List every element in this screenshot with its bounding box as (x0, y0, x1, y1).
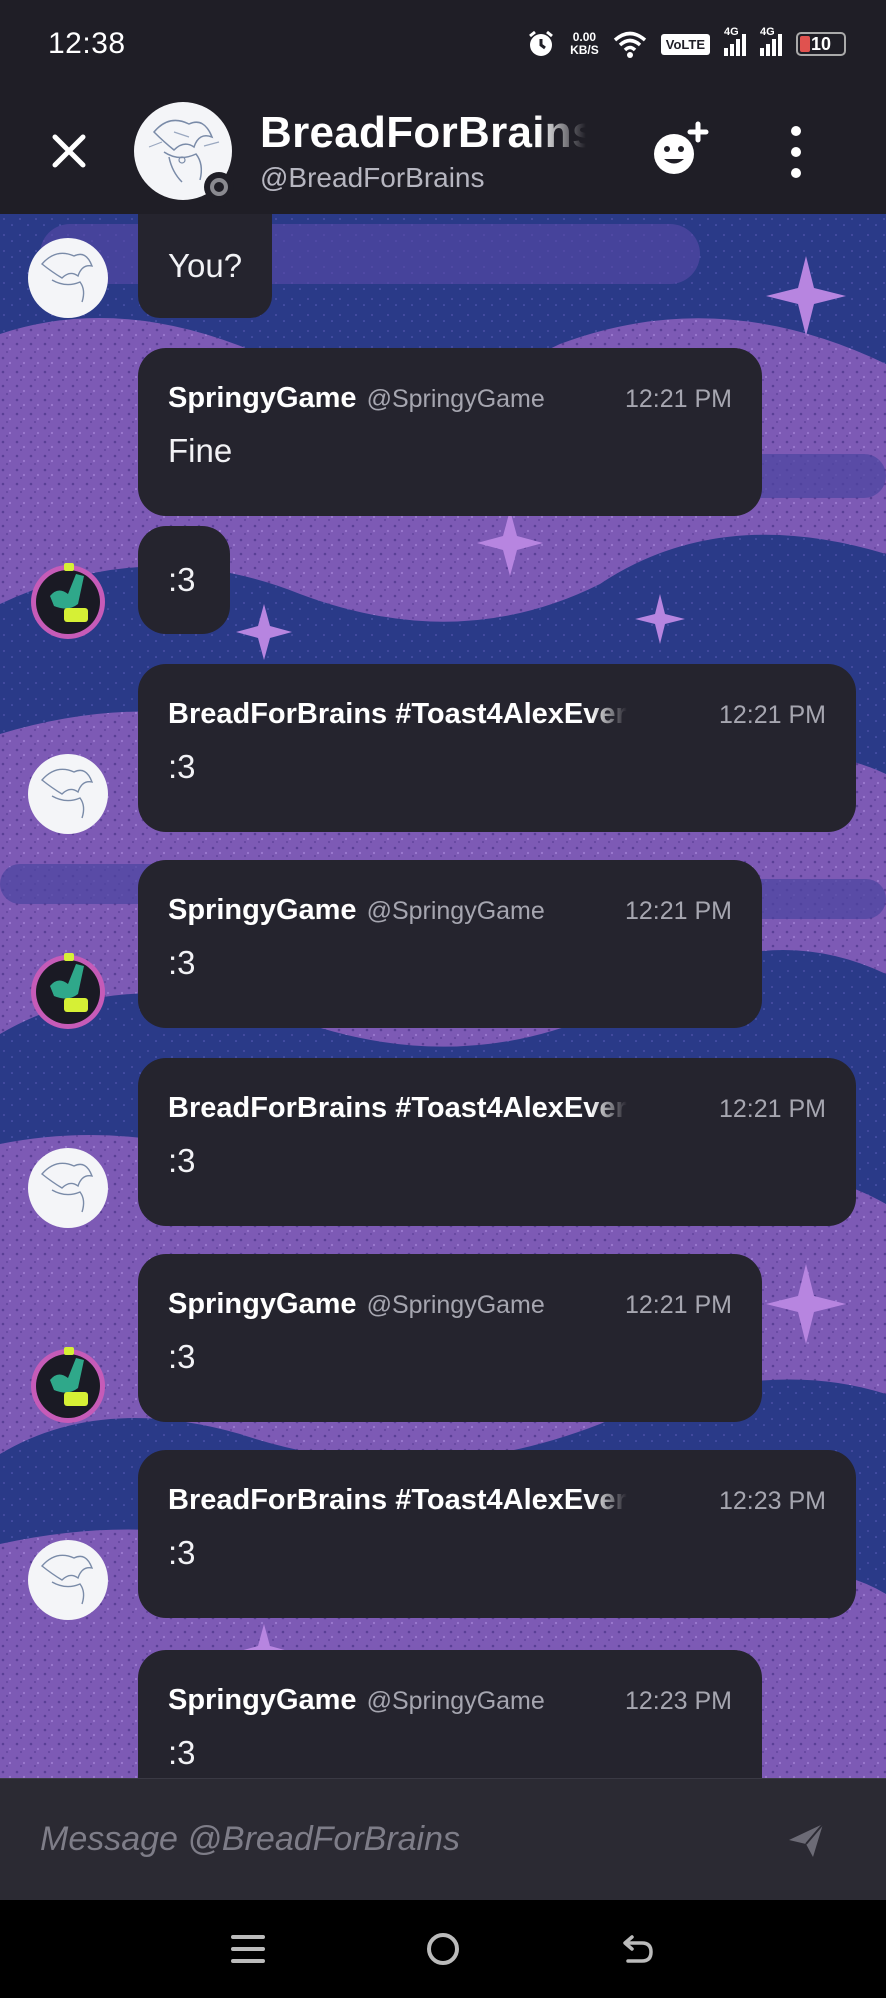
message-time: 12:23 PM (624, 1687, 732, 1715)
message-time: 12:21 PM (624, 897, 732, 925)
signal-sim2-icon: 4G (760, 26, 782, 56)
message-bubble[interactable]: You? (138, 214, 273, 318)
message-avatar[interactable] (28, 754, 108, 834)
sim1-label: 4G (724, 26, 739, 38)
message-content: :3 (168, 1142, 196, 1179)
message-avatar[interactable] (28, 1344, 108, 1424)
message-bubble[interactable]: BreadForBrains #Toast4AlexEver 12:21 PM … (138, 664, 856, 832)
avatar (28, 238, 108, 318)
message-bubble[interactable]: :3 (138, 526, 230, 634)
header-handle: @BreadForBrains (260, 162, 485, 193)
status-bar: 12:38 0.00 KB/S VoLTE 4G 4G 10 (0, 0, 886, 88)
message-author[interactable]: BreadForBrains #Toast4AlexEver (168, 1092, 627, 1125)
close-icon (52, 134, 86, 168)
message-input[interactable]: Message @BreadForBrains (40, 1820, 776, 1859)
composer: Message @BreadForBrains (0, 1778, 886, 1900)
status-time: 12:38 (48, 27, 126, 60)
dm-header: BreadForBrains @BreadForBrains (0, 88, 886, 214)
more-options-button[interactable] (776, 120, 816, 184)
send-button[interactable] (776, 1810, 836, 1870)
nav-back-button[interactable] (608, 1919, 668, 1979)
springy-avatar-icon (31, 953, 105, 1029)
message-content: :3 (168, 944, 196, 981)
message-meta: BreadForBrains #Toast4AlexEver 12:21 PM (168, 698, 826, 738)
close-button[interactable] (34, 116, 104, 186)
battery-level: 10 (810, 33, 832, 54)
avatar (28, 1148, 108, 1228)
message-handle: @SpringyGame (366, 385, 545, 413)
message-meta: SpringyGame @SpringyGame 12:21 PM (168, 1288, 732, 1328)
message-content: Fine (168, 432, 233, 469)
header-name: BreadForBrains (260, 108, 586, 157)
message-bubble[interactable]: BreadForBrains #Toast4AlexEver 12:23 PM … (138, 1450, 856, 1618)
message-content: You? (168, 247, 243, 284)
system-nav-bar (0, 1900, 886, 1998)
more-vert-icon (791, 126, 801, 136)
message-avatar[interactable] (28, 238, 108, 318)
message-bubble[interactable]: SpringyGame @SpringyGame 12:21 PM Fine (138, 348, 762, 516)
message-author[interactable]: BreadForBrains #Toast4AlexEver (168, 698, 627, 731)
sim2-label: 4G (760, 26, 775, 38)
message-time: 12:21 PM (624, 385, 732, 413)
message-avatar[interactable] (28, 1148, 108, 1228)
message-meta: SpringyGame @SpringyGame 12:21 PM (168, 382, 732, 422)
net-speed: 0.00 KB/S (570, 31, 599, 57)
message-avatar[interactable] (28, 560, 108, 640)
nav-back-icon (623, 1935, 654, 1963)
send-icon (789, 1822, 824, 1857)
volte-badge: VoLTE (660, 33, 710, 55)
battery-icon: 10 (796, 32, 846, 56)
message-handle: @SpringyGame (366, 1291, 545, 1319)
header-title-block[interactable]: BreadForBrains @BreadForBrains (260, 108, 586, 194)
message-content: :3 (168, 561, 196, 598)
message-author[interactable]: BreadForBrains #Toast4AlexEver (168, 1484, 627, 1517)
header-avatar[interactable] (134, 102, 234, 202)
message-avatar[interactable] (28, 1540, 108, 1620)
add-friend-button[interactable] (648, 118, 712, 182)
springy-avatar-icon (31, 563, 105, 639)
message-content: :3 (168, 1534, 196, 1571)
message-content: :3 (168, 1338, 196, 1375)
message-meta: BreadForBrains #Toast4AlexEver 12:21 PM (168, 1092, 826, 1132)
message-handle: @SpringyGame (366, 1687, 545, 1715)
message-time: 12:21 PM (718, 701, 826, 729)
message-content: :3 (168, 1734, 196, 1771)
net-speed-unit: KB/S (570, 43, 599, 57)
message-bubble[interactable]: BreadForBrains #Toast4AlexEver 12:21 PM … (138, 1058, 856, 1226)
presence-indicator (204, 172, 234, 202)
message-list[interactable]: You? SpringyGame @SpringyGame 12:21 PM F… (0, 214, 886, 1778)
nav-home-button[interactable] (413, 1919, 473, 1979)
message-meta: SpringyGame @SpringyGame 12:23 PM (168, 1684, 732, 1724)
message-author[interactable]: SpringyGame (168, 382, 357, 415)
status-icons: 0.00 KB/S VoLTE 4G 4G 10 (526, 26, 846, 59)
alarm-icon (526, 29, 556, 59)
message-meta: BreadForBrains #Toast4AlexEver 12:23 PM (168, 1484, 826, 1524)
signal-sim1-icon: 4G (724, 26, 746, 56)
nav-menu-button[interactable] (218, 1919, 278, 1979)
springy-avatar-icon (31, 1347, 105, 1423)
message-bubble[interactable]: SpringyGame @SpringyGame 12:21 PM :3 (138, 1254, 762, 1422)
message-meta: SpringyGame @SpringyGame 12:21 PM (168, 894, 732, 934)
message-author[interactable]: SpringyGame (168, 1288, 357, 1321)
message-avatar[interactable] (28, 950, 108, 1030)
message-author[interactable]: SpringyGame (168, 1684, 357, 1717)
avatar (28, 1540, 108, 1620)
wifi-icon (613, 30, 647, 58)
add-friend-icon (654, 121, 709, 174)
message-time: 12:21 PM (624, 1291, 732, 1319)
message-bubble[interactable]: SpringyGame @SpringyGame 12:21 PM :3 (138, 860, 762, 1028)
nav-home-icon (426, 1933, 459, 1965)
message-time: 12:23 PM (718, 1487, 826, 1515)
message-handle: @SpringyGame (366, 897, 545, 925)
message-time: 12:21 PM (718, 1095, 826, 1123)
avatar (28, 754, 108, 834)
message-author[interactable]: SpringyGame (168, 894, 357, 927)
nav-menu-icon (230, 1935, 265, 1963)
message-content: :3 (168, 748, 196, 785)
message-bubble[interactable]: SpringyGame @SpringyGame 12:23 PM :3 (138, 1650, 762, 1778)
